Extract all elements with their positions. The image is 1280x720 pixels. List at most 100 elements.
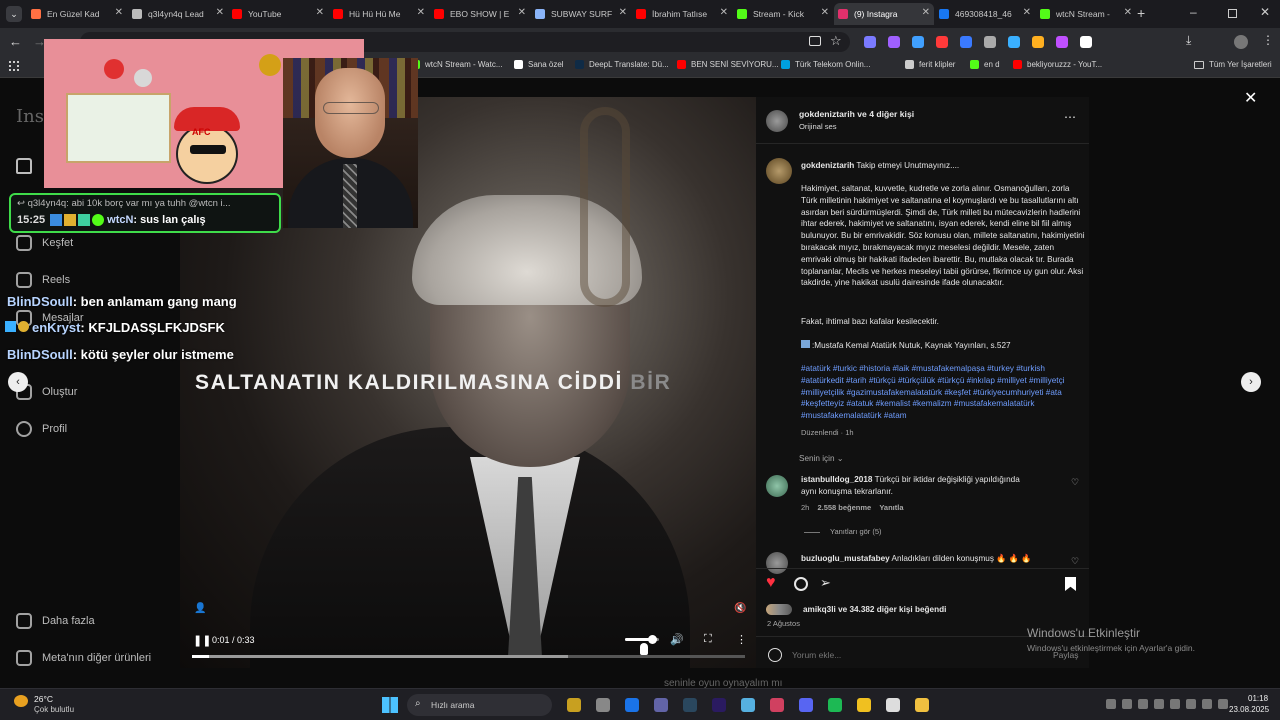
tab-close-icon[interactable]: ✕: [115, 7, 123, 18]
all-bookmarks-folder[interactable]: Tüm Yer İşaretleri: [1194, 60, 1272, 69]
tab-10[interactable]: wtcN Stream - ✕: [1036, 3, 1136, 25]
tab-6[interactable]: İbrahim Tatlıse ✕: [632, 3, 732, 25]
volume-icon[interactable]: 🔊: [670, 633, 684, 646]
tab-close-icon[interactable]: ✕: [922, 7, 930, 18]
extension-icon[interactable]: [1008, 36, 1020, 48]
profile-avatar[interactable]: [1234, 35, 1248, 49]
nav-item-4[interactable]: Profil: [16, 421, 67, 437]
comment-input[interactable]: [792, 646, 1042, 664]
comment-like-icon[interactable]: ♡: [1071, 477, 1079, 488]
bookmark-item[interactable]: en d: [970, 60, 1000, 69]
bookmark-item[interactable]: bekliyoruzzz - YouT...: [1013, 60, 1102, 69]
user-tag-icon[interactable]: 👤: [194, 603, 206, 614]
spotify-icon[interactable]: [828, 698, 842, 712]
bookmark-item[interactable]: ferit klipler: [905, 60, 955, 69]
cast-icon[interactable]: [809, 36, 821, 46]
nav-item-5[interactable]: Daha fazla: [16, 613, 95, 629]
home-icon[interactable]: [16, 158, 32, 174]
tab-7[interactable]: Stream - Kick ✕: [733, 3, 833, 25]
tab-search-button[interactable]: ⌄: [6, 6, 22, 22]
extension-icon[interactable]: [888, 36, 900, 48]
tab-4[interactable]: EBO SHOW | E ✕: [430, 3, 530, 25]
nav-item-6[interactable]: Meta'nın diğer ürünleri: [16, 650, 151, 666]
tab-9[interactable]: 469308418_46 ✕: [935, 3, 1035, 25]
browser-menu-icon[interactable]: ⋮: [1262, 33, 1274, 47]
tray-app-icon[interactable]: [1122, 699, 1132, 709]
wifi-icon[interactable]: [1186, 699, 1196, 709]
weather-icon[interactable]: [14, 695, 28, 707]
tab-close-icon[interactable]: ✕: [619, 7, 627, 18]
extension-icon[interactable]: [864, 36, 876, 48]
battery-icon[interactable]: [1218, 699, 1228, 709]
bookmark-star-icon[interactable]: ☆: [830, 33, 842, 49]
view-replies-button[interactable]: Yanıtları gör (5): [804, 526, 882, 538]
clock-time[interactable]: 01:18: [1248, 694, 1268, 703]
file-explorer-icon[interactable]: [567, 698, 581, 712]
start-button[interactable]: [382, 697, 398, 713]
nav-item-1[interactable]: Reels: [16, 272, 70, 288]
tab-5[interactable]: SUBWAY SURF ✕: [531, 3, 631, 25]
back-icon[interactable]: ←: [9, 34, 22, 49]
tray-app-icon[interactable]: [1138, 699, 1148, 709]
mute-icon[interactable]: 🔇: [734, 603, 746, 614]
weather-desc[interactable]: Çok bulutlu: [34, 705, 74, 714]
app-icon[interactable]: [770, 698, 784, 712]
extension-icon[interactable]: [1056, 36, 1068, 48]
volume-icon[interactable]: [1202, 699, 1212, 709]
premiere-icon[interactable]: [712, 698, 726, 712]
discord-icon[interactable]: [799, 698, 813, 712]
likes-user[interactable]: amikq3li: [803, 605, 836, 614]
extension-icon[interactable]: [912, 36, 924, 48]
bookmark-item[interactable]: BEN SENİ SEVİYORU...: [677, 60, 779, 69]
new-tab-button[interactable]: +: [1137, 5, 1145, 21]
audio-label[interactable]: Orijinal ses: [799, 122, 837, 131]
fullscreen-icon[interactable]: ⛶: [704, 633, 712, 646]
taskbar-search[interactable]: ⌕ Hızlı arama: [407, 694, 552, 716]
comment-avatar[interactable]: [766, 475, 788, 497]
prev-reel-button[interactable]: ‹: [8, 372, 28, 392]
steam-icon[interactable]: [683, 698, 697, 712]
extension-icon[interactable]: [960, 36, 972, 48]
likes-summary[interactable]: amikq3li ve 34.382 diğer kişi beğendi: [803, 604, 946, 616]
tab-3[interactable]: Hü Hü Hü Me ✕: [329, 3, 429, 25]
caption-author[interactable]: gokdeniztarih: [801, 161, 854, 170]
tab-close-icon[interactable]: ✕: [1124, 7, 1132, 18]
tray-app-icon[interactable]: [1170, 699, 1180, 709]
teams-icon[interactable]: [654, 698, 668, 712]
share-icon[interactable]: ➢: [820, 575, 831, 591]
folder-icon[interactable]: [915, 698, 929, 712]
bookmark-item[interactable]: Sana özel: [514, 60, 564, 69]
comment2-avatar[interactable]: [766, 552, 788, 574]
tab-8[interactable]: (9) Instagra ✕: [834, 3, 934, 25]
extension-icon[interactable]: [1032, 36, 1044, 48]
tab-1[interactable]: q3l4yn4q Lead ✕: [128, 3, 228, 25]
clock-date[interactable]: 23.08.2025: [1229, 705, 1269, 714]
comment2-user[interactable]: buzluoglu_mustafabey: [801, 554, 890, 563]
download-icon[interactable]: ⤓: [1186, 33, 1191, 48]
hashtags[interactable]: #atatürk #turkic #historia #laik #mustaf…: [801, 363, 1085, 422]
apps-grid-icon[interactable]: [9, 61, 19, 71]
outlook-icon[interactable]: [625, 698, 639, 712]
tab-close-icon[interactable]: ✕: [518, 7, 526, 18]
extension-icon[interactable]: [1080, 36, 1092, 48]
bookmark-item[interactable]: wtcN Stream - Watc...: [411, 60, 503, 69]
extension-icon[interactable]: [984, 36, 996, 48]
comment-likes[interactable]: 2.558 beğenme: [817, 503, 871, 512]
comment2-like-icon[interactable]: ♡: [1071, 556, 1079, 567]
author-name[interactable]: gokdeniztarih: [799, 109, 855, 119]
terminal-icon[interactable]: [596, 698, 610, 712]
mic-icon[interactable]: [1154, 699, 1164, 709]
save-bookmark-icon[interactable]: [1065, 577, 1076, 591]
for-you-dropdown[interactable]: Senin için ⌄: [799, 453, 844, 465]
chevron-up-icon[interactable]: [1106, 699, 1116, 709]
minimize-button[interactable]: –: [1190, 5, 1197, 19]
extension-icon[interactable]: [936, 36, 948, 48]
bookmark-item[interactable]: DeepL Translate: Dü...: [575, 60, 669, 69]
tab-close-icon[interactable]: ✕: [417, 7, 425, 18]
pause-button[interactable]: ❚❚: [193, 634, 211, 647]
coauthors-link[interactable]: ve 4 diğer kişi: [857, 109, 914, 119]
tab-2[interactable]: YouTube ✕: [228, 3, 328, 25]
caption-avatar[interactable]: [766, 158, 792, 184]
nav-item-0[interactable]: Keşfet: [16, 235, 73, 251]
volume-slider[interactable]: [625, 635, 659, 644]
